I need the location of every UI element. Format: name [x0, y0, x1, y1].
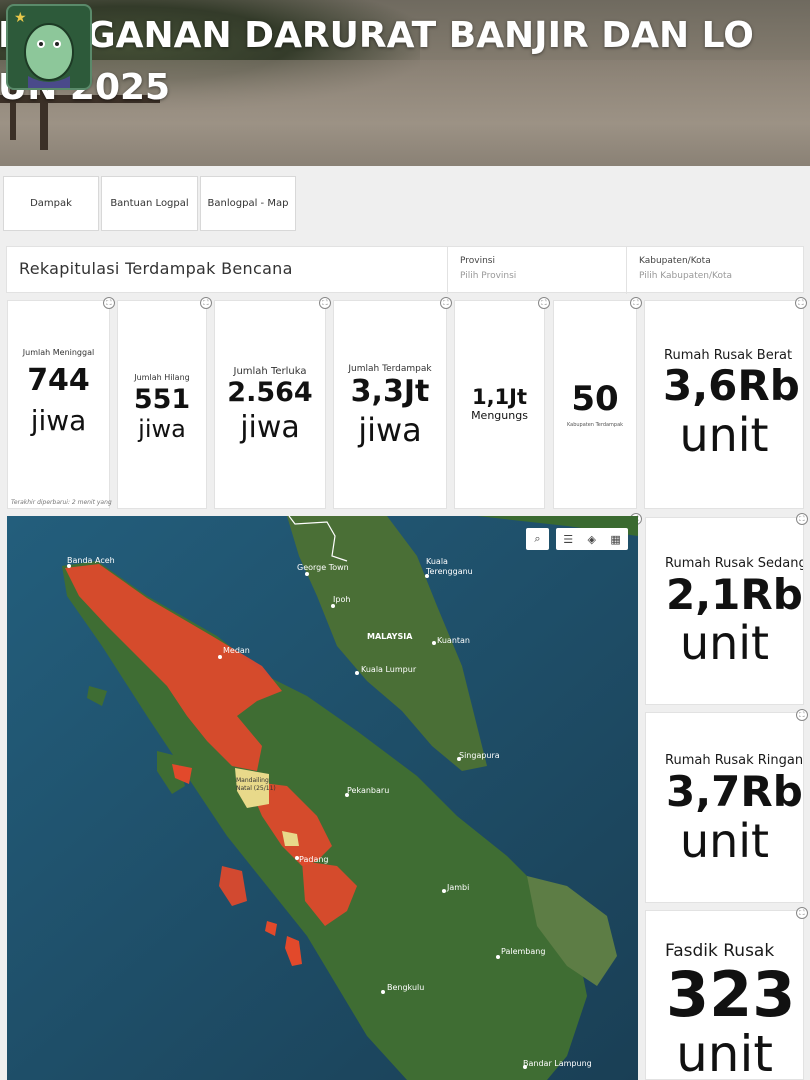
recap-header: Rekapitulasi Terdampak Bencana Provinsi … — [6, 246, 804, 294]
stat-value: 50 — [571, 379, 619, 419]
agency-logo: ★ ★ — [6, 4, 92, 90]
stat-label: Jumlah Terluka — [233, 366, 307, 377]
tab-bantuan-logpal[interactable]: Bantuan Logpal — [101, 176, 198, 231]
stat-card-terdampak: Jumlah Terdampak 3,3Jt jiwa — [333, 300, 447, 509]
legend-icon[interactable]: ☰ — [563, 533, 573, 546]
city-bandar-lampung[interactable]: Bandar Lampung — [523, 1059, 592, 1069]
basemap-icon[interactable]: ▦ — [610, 533, 620, 546]
map-toolbar: ☰ ◈ ▦ — [556, 528, 628, 550]
expand-icon[interactable]: ⛶ — [538, 297, 550, 309]
stat-value: 2.564 — [227, 377, 313, 408]
kabupaten-select[interactable]: Pilih Kabupaten/Kota — [639, 271, 792, 281]
stat-unit: jiwa — [358, 411, 422, 449]
stat-unit: jiwa — [30, 404, 87, 437]
svg-text:Jambi: Jambi — [446, 883, 469, 892]
city-singapura[interactable]: Singapura — [457, 751, 500, 761]
svg-text:Bengkulu: Bengkulu — [387, 983, 424, 992]
provinsi-filter[interactable]: Provinsi Pilih Provinsi — [447, 247, 627, 294]
stat-unit: jiwa — [138, 415, 186, 443]
svg-text:Singapura: Singapura — [459, 751, 500, 760]
svg-text:Pekanbaru: Pekanbaru — [347, 786, 389, 795]
expand-icon[interactable]: ⛶ — [440, 297, 452, 309]
stat-unit: Mengungs — [471, 409, 528, 422]
stat-unit: unit — [679, 616, 770, 670]
last-updated-note: Terakhir diperbarui: 2 menit yang — [11, 499, 112, 506]
logo-mascot-icon — [24, 23, 74, 88]
svg-text:Bandar Lampung: Bandar Lampung — [523, 1059, 592, 1068]
stat-value: 323 — [666, 958, 796, 1031]
svg-text:Ipoh: Ipoh — [333, 595, 350, 604]
stat-label: Rumah Rusak Sedang — [665, 556, 804, 571]
map-canvas[interactable]: Banda Aceh George Town Kuala Terengganu … — [7, 516, 638, 1080]
page-title-line-2: UN 2025 — [0, 67, 171, 108]
search-icon[interactable]: ⌕ — [526, 528, 549, 550]
stat-unit: unit — [676, 1025, 773, 1080]
stat-value: 551 — [133, 384, 191, 415]
layers-icon[interactable]: ◈ — [587, 533, 595, 546]
tab-dampak[interactable]: Dampak — [3, 176, 99, 231]
stat-label: Rumah Rusak Ringan — [665, 753, 804, 768]
stat-unit: Kabupaten Terdampak — [566, 422, 624, 428]
provinsi-label: Provinsi — [460, 256, 495, 266]
stat-card-kabupaten: 50 Kabupaten Terdampak — [553, 300, 637, 509]
stat-card-mengungsi: 1,1Jt Mengungs — [454, 300, 545, 509]
stat-card-hilang: Jumlah Hilang 551 jiwa — [117, 300, 207, 509]
recap-title: Rekapitulasi Terdampak Bencana — [19, 259, 293, 278]
stat-card-terluka: Jumlah Terluka 2.564 jiwa — [214, 300, 326, 509]
expand-icon[interactable]: ⛶ — [319, 297, 331, 309]
expand-icon[interactable]: ⛶ — [103, 297, 115, 309]
stat-unit: unit — [679, 408, 769, 462]
svg-text:Terengganu: Terengganu — [425, 567, 473, 576]
expand-icon[interactable]: ⛶ — [796, 513, 808, 525]
svg-text:Palembang: Palembang — [501, 947, 545, 956]
svg-text:George Town: George Town — [297, 563, 349, 572]
country-label-malaysia: MALAYSIA — [367, 632, 413, 641]
stat-label: Jumlah Meninggal — [22, 348, 95, 357]
map-view[interactable]: Banda Aceh George Town Kuala Terengganu … — [7, 516, 638, 1080]
stat-label: Jumlah Terdampak — [348, 364, 432, 374]
city-kuala-lumpur[interactable]: Kuala Lumpur — [355, 665, 417, 675]
stat-value: 3,3Jt — [350, 374, 430, 409]
expand-icon[interactable]: ⛶ — [200, 297, 212, 309]
svg-text:Padang: Padang — [299, 855, 329, 864]
city-kuantan[interactable]: Kuantan — [432, 636, 470, 645]
page-title-line-1: NANGANAN DARURAT BANJIR DAN LO — [0, 15, 754, 56]
kabupaten-filter[interactable]: Kabupaten/Kota Pilih Kabupaten/Kota — [626, 247, 804, 294]
stat-card-fasdik: Fasdik Rusak 323 unit — [645, 910, 804, 1080]
expand-icon[interactable]: ⛶ — [796, 709, 808, 721]
provinsi-select[interactable]: Pilih Provinsi — [460, 271, 615, 281]
stat-card-meninggal: Jumlah Meninggal 744 jiwa Terakhir diper… — [7, 300, 112, 509]
svg-text:Natal (25/11): Natal (25/11) — [236, 785, 276, 792]
expand-icon[interactable]: ⛶ — [796, 907, 808, 919]
svg-text:Kuantan: Kuantan — [437, 636, 470, 645]
svg-text:Mandailing: Mandailing — [236, 777, 269, 784]
header-banner: NANGANAN DARURAT BANJIR DAN LO UN 2025 ★… — [0, 0, 810, 166]
stat-value: 2,1Rb — [666, 570, 803, 619]
stat-card-rusak-sedang: Rumah Rusak Sedang 2,1Rb unit — [645, 517, 804, 705]
stat-value: 3,6Rb — [663, 361, 800, 410]
stat-card-rusak-berat: Rumah Rusak Berat 3,6Rb unit — [644, 300, 804, 509]
svg-text:Kuala Lumpur: Kuala Lumpur — [361, 665, 417, 674]
svg-text:Medan: Medan — [223, 646, 250, 655]
stat-label: Jumlah Hilang — [134, 373, 190, 382]
city-padang[interactable]: Padang — [295, 855, 329, 864]
stat-value: 3,7Rb — [666, 767, 803, 816]
city-jambi[interactable]: Jambi — [442, 883, 469, 893]
tab-banlogpal-map[interactable]: Banlogpal - Map — [200, 176, 296, 231]
stat-value: 1,1Jt — [471, 385, 528, 409]
svg-text:Banda Aceh: Banda Aceh — [67, 556, 115, 565]
stat-card-rusak-ringan: Rumah Rusak Ringan 3,7Rb unit — [645, 712, 804, 903]
expand-icon[interactable]: ⛶ — [795, 297, 807, 309]
kabupaten-label: Kabupaten/Kota — [639, 256, 711, 266]
page-title: NANGANAN DARURAT BANJIR DAN LO UN 2025 — [0, 10, 810, 114]
expand-icon[interactable]: ⛶ — [630, 297, 642, 309]
stat-value: 744 — [27, 363, 90, 398]
svg-text:Kuala: Kuala — [426, 557, 448, 566]
stat-unit: jiwa — [240, 410, 300, 445]
stat-unit: unit — [679, 814, 770, 868]
